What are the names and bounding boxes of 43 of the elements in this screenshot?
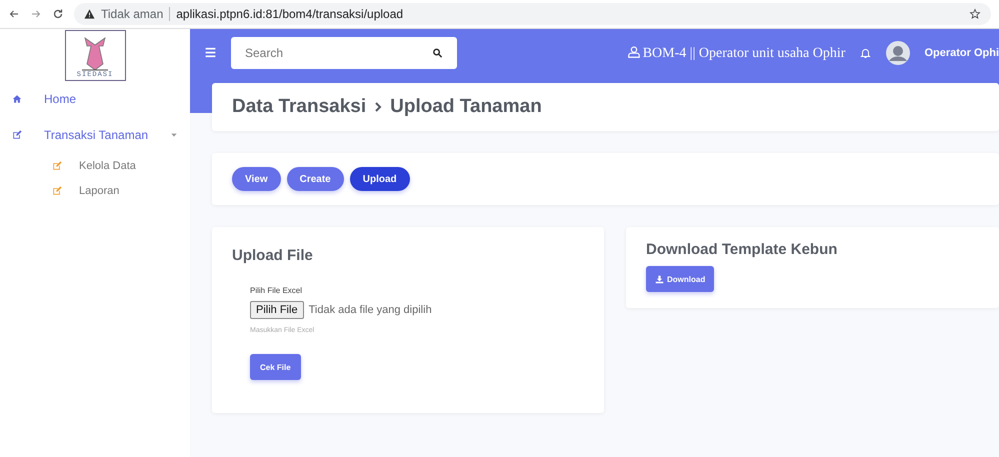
card-title: Download Template Kebun xyxy=(646,241,838,258)
sidebar-item[interactable]: Home xyxy=(0,81,190,117)
sidebar-label: Home xyxy=(44,92,76,106)
search-field[interactable]: Search xyxy=(231,37,457,69)
user-icon xyxy=(626,44,641,58)
search-icon[interactable] xyxy=(432,47,443,59)
reload-icon[interactable] xyxy=(52,8,64,20)
security-label: Tidak aman xyxy=(101,7,170,21)
role-text: BOM-4 || Operator unit usaha Ophir xyxy=(626,44,846,62)
sidebar-item[interactable]: Transaksi Tanaman xyxy=(0,117,190,153)
card-title: Upload File xyxy=(232,247,314,264)
caret-icon xyxy=(170,131,178,139)
warning-icon xyxy=(84,8,95,20)
sidebar-subitem[interactable]: Kelola Data xyxy=(0,153,190,178)
edit-icon xyxy=(52,160,62,170)
download-button[interactable]: Download xyxy=(646,266,714,292)
address-bar[interactable]: Tidak aman aplikasi.ptpn6.id:81/bom4/transaksi/upload xyxy=(74,3,991,25)
forward-icon[interactable] xyxy=(30,8,42,20)
sidebar-label: Laporan xyxy=(79,184,120,196)
bell-icon[interactable] xyxy=(859,47,872,59)
file-status: Tidak ada file yang dipilih xyxy=(308,304,432,316)
home-icon xyxy=(12,94,22,104)
edit-icon xyxy=(12,130,22,140)
download-icon xyxy=(655,274,664,284)
url-text: aplikasi.ptpn6.id:81/bom4/transaksi/upload xyxy=(176,7,404,21)
avatar[interactable] xyxy=(886,41,910,65)
user-name[interactable]: Operator Ophi xyxy=(924,47,999,59)
choose-file-button[interactable]: Pilih File xyxy=(250,301,304,319)
sidebar-label: Kelola Data xyxy=(79,160,136,172)
tab-button[interactable]: View xyxy=(232,167,281,191)
field-label: Pilih File Excel xyxy=(250,286,304,295)
check-file-button[interactable]: Cek File xyxy=(250,354,301,380)
edit-icon xyxy=(52,186,62,196)
star-icon[interactable] xyxy=(969,8,981,20)
page-title: Upload Tanaman xyxy=(390,96,542,118)
sidebar-label: Transaksi Tanaman xyxy=(44,128,148,142)
back-icon[interactable] xyxy=(8,8,20,20)
tab-button[interactable]: Upload xyxy=(350,167,410,191)
tie-icon xyxy=(82,37,108,71)
tab-button[interactable]: Create xyxy=(286,167,344,191)
sidebar-subitem[interactable]: Laporan xyxy=(0,178,190,203)
menu-icon[interactable] xyxy=(204,46,217,59)
page-title: Data Transaksi xyxy=(232,96,366,118)
